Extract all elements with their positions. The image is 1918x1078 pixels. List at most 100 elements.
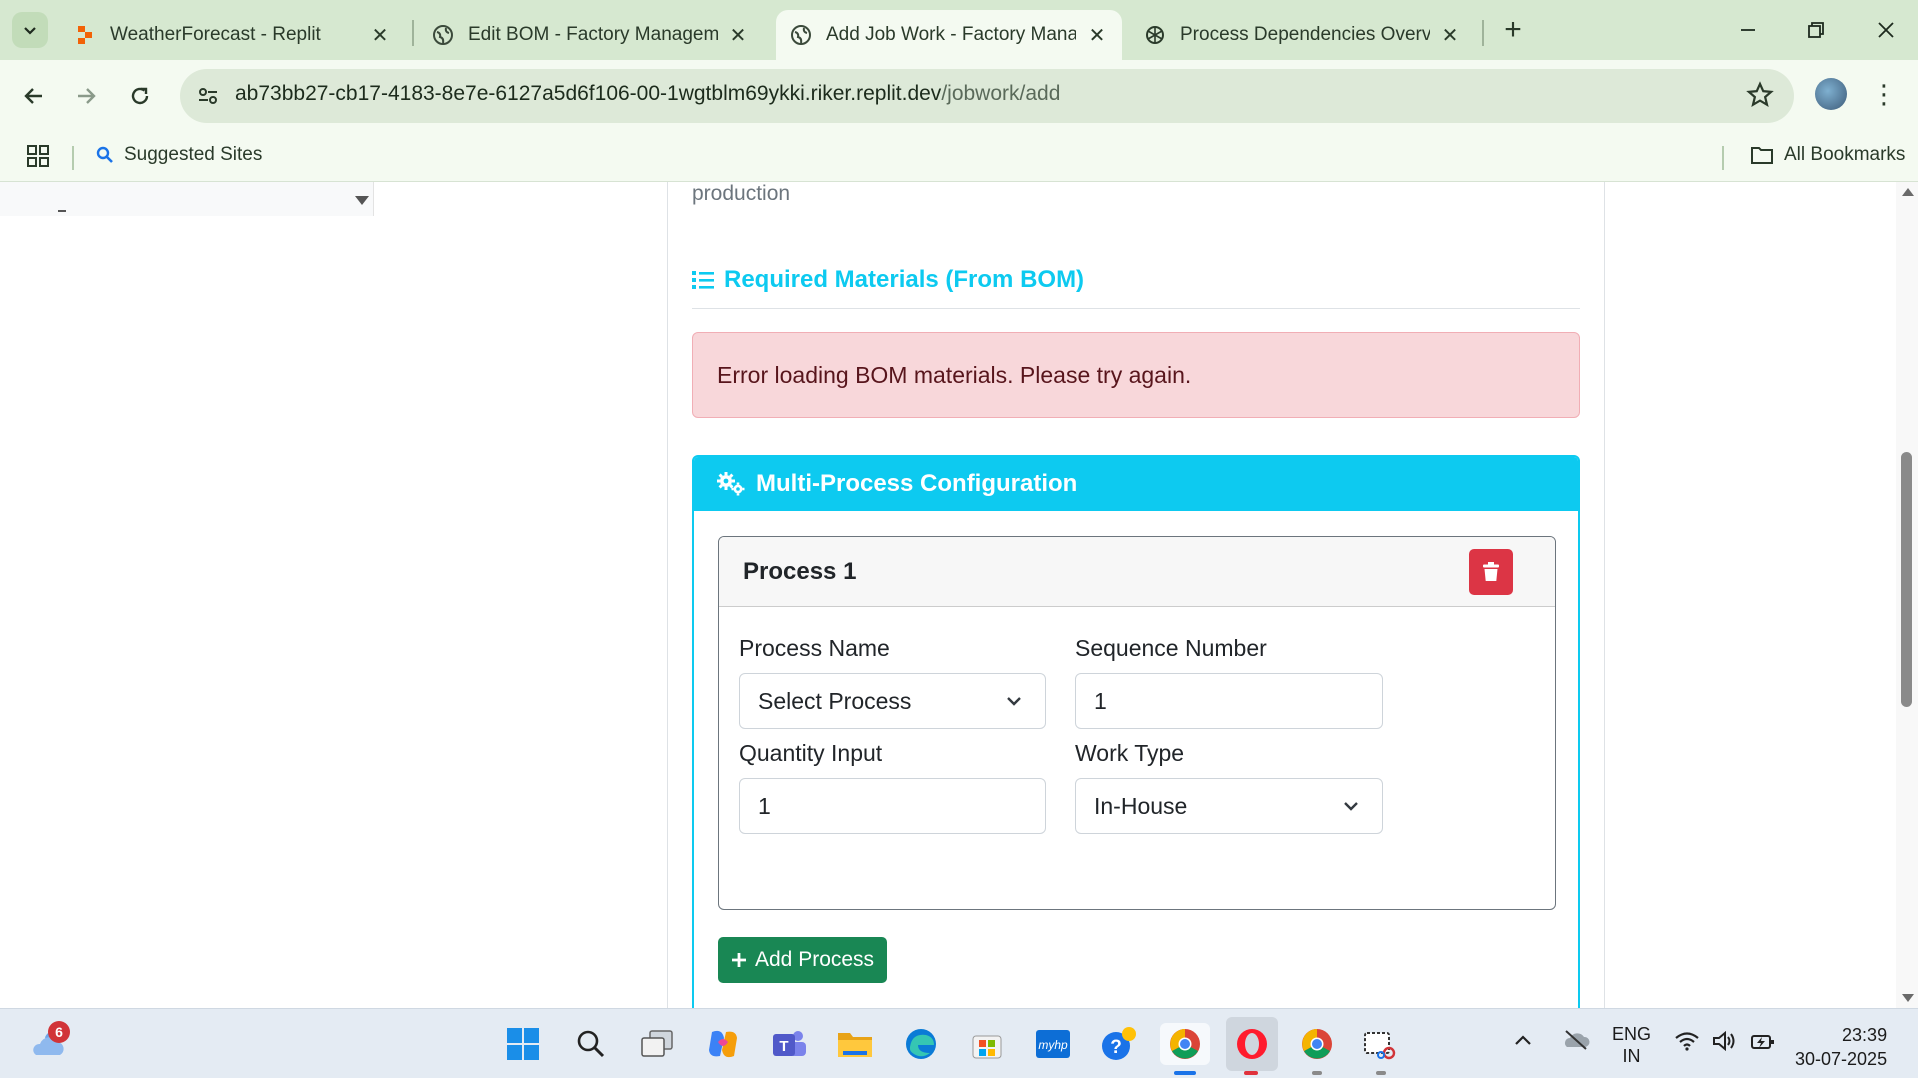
close-tab-icon[interactable]: ✕	[369, 24, 391, 47]
task-view-icon	[641, 1030, 673, 1057]
tab-add-job-work[interactable]: Add Job Work - Factory Manag ✕	[776, 10, 1122, 60]
tab-separator	[1482, 20, 1484, 46]
start-button[interactable]	[502, 1023, 544, 1065]
url-path: /jobwork/add	[941, 82, 1061, 105]
reload-button[interactable]	[120, 76, 160, 116]
new-tab-button[interactable]: +	[1497, 13, 1529, 46]
get-help-app[interactable]: ?	[1098, 1023, 1140, 1065]
myhp-icon: myhp	[1036, 1030, 1070, 1058]
plus-icon: +	[1504, 13, 1522, 46]
tab-separator	[412, 20, 414, 46]
required-materials-title: Required Materials (From BOM)	[724, 266, 1085, 293]
sequence-number-input[interactable]: 1	[1075, 673, 1383, 729]
process-name-value: Select Process	[758, 687, 912, 714]
bookmark-star-icon[interactable]	[1746, 81, 1774, 109]
restore-icon	[1808, 22, 1824, 38]
folder-icon	[1751, 147, 1773, 164]
show-hidden-icons-button[interactable]	[1514, 1031, 1532, 1052]
sequence-number-value: 1	[1094, 687, 1107, 714]
back-button[interactable]	[14, 76, 54, 116]
chrome-icon	[1302, 1029, 1332, 1059]
taskbar-search-button[interactable]	[570, 1023, 612, 1065]
page-scrollbar[interactable]	[1896, 182, 1918, 1008]
browser-menu-button[interactable]: ⋮	[1871, 78, 1897, 110]
description-text: production	[692, 182, 791, 205]
snipping-running-indicator	[1376, 1071, 1386, 1075]
snipping-tool-icon	[1364, 1032, 1396, 1060]
address-bar[interactable]: ab73bb27-cb17-4183-8e7e-6127a5d6f106-00-…	[180, 69, 1794, 123]
search-icon	[96, 146, 113, 163]
file-explorer-app[interactable]	[834, 1023, 876, 1065]
opera-app[interactable]	[1226, 1017, 1278, 1071]
scroll-up-icon[interactable]	[1902, 188, 1914, 196]
snipping-tool-app[interactable]	[1360, 1023, 1402, 1065]
restore-button[interactable]	[1796, 12, 1836, 48]
minimize-button[interactable]	[1728, 12, 1768, 48]
tab-title: WeatherForecast - Replit	[110, 24, 321, 45]
work-type-value: In-House	[1094, 792, 1188, 819]
more-vertical-icon: ⋮	[1871, 78, 1897, 109]
teams-app[interactable]: T	[768, 1023, 810, 1065]
globe-icon	[432, 24, 454, 46]
active-app-indicator	[1174, 1071, 1196, 1075]
forward-button[interactable]	[66, 76, 106, 116]
process-name-select[interactable]: Select Process	[739, 673, 1046, 729]
tab-title: Add Job Work - Factory Manag	[826, 24, 1076, 45]
close-window-button[interactable]	[1866, 12, 1906, 48]
store-app[interactable]	[966, 1023, 1008, 1065]
tab-search-button[interactable]	[12, 12, 48, 48]
quantity-input-field[interactable]: 1	[739, 778, 1046, 834]
system-clock[interactable]: 23:39 30-07-2025	[1795, 1023, 1887, 1071]
chevron-down-icon	[24, 27, 36, 35]
svg-text:myhp: myhp	[1038, 1038, 1068, 1052]
chrome-icon	[1170, 1029, 1200, 1059]
battery-tray[interactable]	[1750, 1031, 1776, 1056]
chevron-up-icon	[1515, 1035, 1531, 1045]
language-indicator[interactable]: ENG IN	[1612, 1023, 1651, 1067]
onedrive-tray[interactable]	[1562, 1029, 1590, 1056]
plus-icon	[732, 953, 746, 967]
close-tab-icon[interactable]: ✕	[1086, 24, 1108, 47]
volume-tray[interactable]	[1712, 1030, 1738, 1056]
url-text: ab73bb27-cb17-4183-8e7e-6127a5d6f106-00-…	[235, 82, 1060, 106]
profile-avatar[interactable]	[1815, 78, 1847, 110]
close-icon	[1878, 22, 1894, 38]
scroll-down-icon[interactable]	[1902, 994, 1914, 1002]
network-tray[interactable]	[1674, 1031, 1700, 1056]
bookmark-suggested-sites[interactable]: Suggested Sites	[96, 144, 262, 166]
opera-icon	[1237, 1029, 1267, 1059]
bookmarks-separator	[72, 146, 74, 170]
clock-time: 23:39	[1842, 1025, 1888, 1045]
region-code: IN	[1622, 1046, 1641, 1066]
arrow-left-icon	[24, 88, 42, 104]
close-tab-icon[interactable]: ✕	[727, 24, 749, 47]
windows-taskbar: 6 T myhp ? ENG IN 23:39 30-07-2025	[0, 1008, 1918, 1078]
scrollbar-thumb[interactable]	[1901, 452, 1912, 707]
all-bookmarks-button[interactable]: All Bookmarks	[1750, 144, 1905, 166]
cloud-offline-icon	[1565, 1030, 1590, 1050]
process-name-label: Process Name	[739, 635, 890, 661]
tab-process-dependencies[interactable]: Process Dependencies Overview ✕	[1130, 10, 1475, 60]
site-info-icon[interactable]	[196, 84, 220, 108]
chrome-running-indicator	[1312, 1071, 1322, 1075]
add-process-button[interactable]: Add Process	[718, 937, 888, 983]
chrome-app[interactable]	[1296, 1023, 1338, 1065]
bom-error-text: Error loading BOM materials. Please try …	[717, 361, 1192, 388]
caret-down-icon[interactable]	[355, 196, 369, 205]
copilot-app[interactable]	[702, 1023, 744, 1065]
tab-weatherforecast[interactable]: WeatherForecast - Replit ✕	[60, 10, 405, 60]
copilot-icon	[709, 1030, 737, 1058]
myhp-app[interactable]: myhp	[1032, 1023, 1074, 1065]
delete-process-button[interactable]	[1469, 549, 1513, 595]
chrome-app-active[interactable]	[1160, 1023, 1210, 1065]
apps-grid-icon[interactable]	[26, 144, 50, 168]
edge-app[interactable]	[900, 1023, 942, 1065]
work-type-select[interactable]: In-House	[1075, 778, 1383, 834]
tab-edit-bom[interactable]: Edit BOM - Factory Managemer ✕	[418, 10, 763, 60]
multi-process-card: Multi-Process Configuration Process 1 Pr…	[692, 455, 1580, 1008]
edge-icon	[906, 1029, 936, 1059]
task-view-button[interactable]	[636, 1023, 678, 1065]
windows-logo-icon	[507, 1028, 539, 1060]
browser-tab-strip: WeatherForecast - Replit ✕ Edit BOM - Fa…	[0, 0, 1918, 60]
close-tab-icon[interactable]: ✕	[1439, 24, 1461, 47]
